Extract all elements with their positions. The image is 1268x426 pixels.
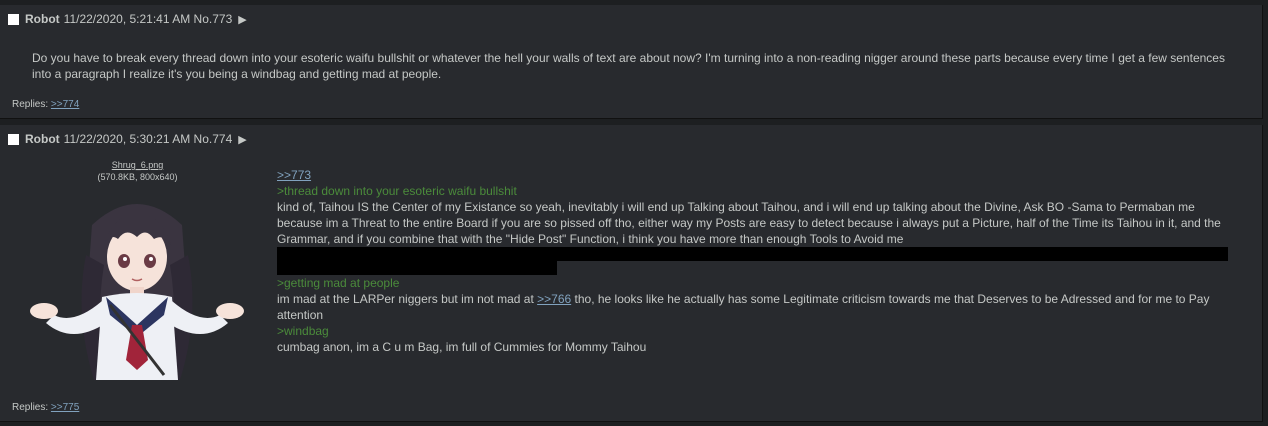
replies-label: Replies:: [12, 402, 49, 413]
post-number[interactable]: No.774: [194, 132, 233, 146]
post-header: Robot 11/22/2020, 5:21:41 AM No.773 ▶: [8, 12, 247, 26]
quote-link-773[interactable]: >>773: [277, 168, 311, 182]
post-773: Robot 11/22/2020, 5:21:41 AM No.773 ▶ Do…: [0, 5, 1263, 119]
post-paragraph: cumbag anon, im a C u m Bag, im full of …: [277, 340, 647, 354]
reply-link-775[interactable]: >>775: [51, 402, 79, 413]
greentext-quote: >getting mad at people: [277, 276, 400, 290]
post-number[interactable]: No.773: [194, 12, 233, 26]
spoiler-block[interactable]: [277, 247, 1228, 261]
poster-name: Robot: [25, 132, 60, 146]
quote-link-766[interactable]: >>766: [537, 292, 571, 306]
post-select-checkbox[interactable]: [8, 13, 19, 25]
spoiler-block[interactable]: [277, 261, 557, 275]
post-header: Robot 11/22/2020, 5:30:21 AM No.774 ▶: [8, 132, 247, 146]
file-info: Shrug_6.png (570.8KB, 800x640): [70, 159, 205, 183]
post-date: 11/22/2020, 5:21:41 AM: [63, 12, 191, 26]
post-774: Robot 11/22/2020, 5:30:21 AM No.774 ▶ Sh…: [0, 125, 1263, 422]
post-menu-arrow-icon[interactable]: ▶: [238, 133, 246, 146]
post-paragraph: kind of, Taihou IS the Center of my Exis…: [277, 200, 1221, 246]
paragraph-text: im mad at the LARPer niggers but im not …: [277, 292, 538, 306]
post-body: Do you have to break every thread down i…: [32, 51, 1225, 81]
greentext-quote: >windbag: [277, 324, 329, 338]
post-date: 11/22/2020, 5:30:21 AM: [63, 132, 191, 146]
file-name-link[interactable]: Shrug_6.png: [70, 159, 205, 171]
replies-label: Replies:: [12, 99, 49, 110]
post-body: >>773 >thread down into your esoteric wa…: [277, 167, 1232, 355]
post-menu-arrow-icon[interactable]: ▶: [238, 13, 246, 26]
post-paragraph: im mad at the LARPer niggers but im not …: [277, 291, 1232, 323]
replies: Replies: >>775: [12, 402, 79, 413]
anime-girl-shrug-thumbnail[interactable]: [14, 185, 260, 385]
greentext-quote: >thread down into your esoteric waifu bu…: [277, 184, 517, 198]
poster-name: Robot: [25, 12, 60, 26]
file-meta: (570.8KB, 800x640): [97, 172, 178, 182]
replies: Replies: >>774: [12, 99, 79, 110]
reply-link-774[interactable]: >>774: [51, 99, 79, 110]
post-select-checkbox[interactable]: [8, 133, 19, 145]
